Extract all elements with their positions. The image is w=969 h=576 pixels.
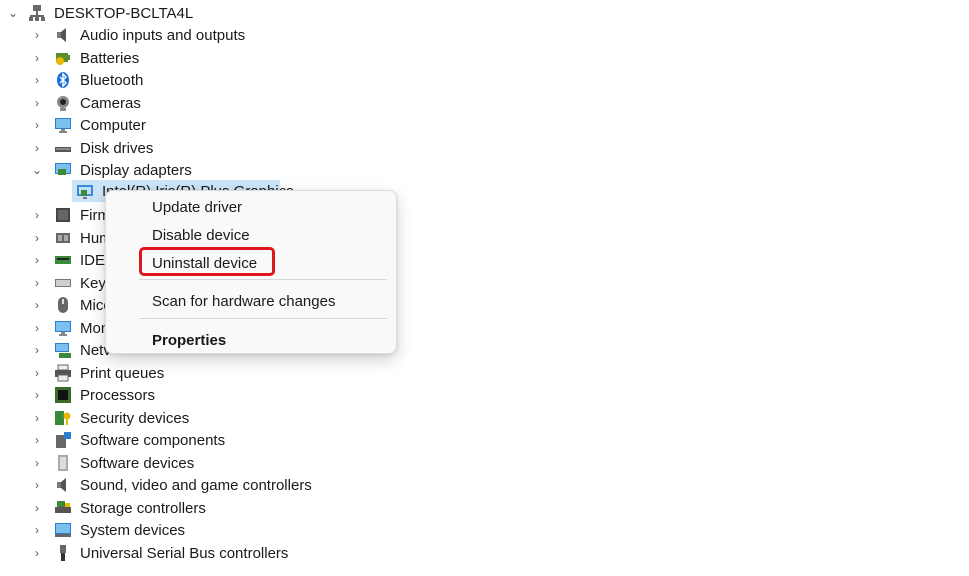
display-adapter-icon	[54, 161, 72, 179]
chevron-right-icon[interactable]: ›	[30, 24, 44, 46]
tree-item[interactable]: › Universal Serial Bus controllers	[30, 542, 288, 564]
tree-item-label: Computer	[80, 116, 146, 134]
chevron-right-icon[interactable]: ›	[30, 519, 44, 541]
tree-item-label: System devices	[80, 521, 186, 539]
speaker-icon	[54, 476, 72, 494]
tree-item[interactable]: › Firm	[30, 204, 110, 226]
monitor-icon	[54, 116, 72, 134]
tree-item[interactable]: › Software devices	[30, 452, 194, 474]
processor-icon	[54, 386, 72, 404]
tree-item-label: Storage controllers	[80, 499, 206, 517]
menu-item-disable-device[interactable]: Disable device	[152, 224, 250, 248]
chevron-right-icon[interactable]: ›	[30, 384, 44, 406]
chevron-down-icon[interactable]: ⌄	[30, 159, 44, 181]
tree-item[interactable]: › Keyl	[30, 272, 109, 294]
chevron-right-icon[interactable]: ›	[30, 294, 44, 316]
chevron-right-icon[interactable]: ›	[30, 272, 44, 294]
tree-item-label: Bluetooth	[80, 71, 144, 89]
ide-icon	[54, 251, 72, 269]
tree-root[interactable]: ⌄ DESKTOP-BCLTA4L	[6, 2, 193, 24]
tree-item-label: Security devices	[80, 409, 190, 427]
network-icon	[54, 341, 72, 359]
tree-item[interactable]: › Netv	[30, 339, 111, 361]
chevron-right-icon[interactable]: ›	[30, 204, 44, 226]
mouse-icon	[54, 296, 72, 314]
tree-item[interactable]: › Computer	[30, 114, 146, 136]
tree-item[interactable]: › Mon	[30, 317, 109, 339]
tree-item-label: Software components	[80, 431, 226, 449]
security-icon	[54, 409, 72, 427]
chevron-right-icon[interactable]: ›	[30, 227, 44, 249]
chevron-right-icon[interactable]: ›	[30, 47, 44, 69]
software-device-icon	[54, 454, 72, 472]
device-manager-tree: ⌄ DESKTOP-BCLTA4L › Audio inputs and outp…	[0, 0, 969, 576]
speaker-icon	[54, 26, 72, 44]
menu-separator	[139, 279, 387, 280]
menu-item-update-driver[interactable]: Update driver	[152, 196, 242, 220]
tree-item-label: Audio inputs and outputs	[80, 26, 246, 44]
menu-item-scan-hardware[interactable]: Scan for hardware changes	[152, 290, 335, 314]
disk-drive-icon	[54, 139, 72, 157]
uninstall-highlight-box	[139, 247, 275, 276]
root-label: DESKTOP-BCLTA4L	[54, 4, 194, 22]
tree-item[interactable]: › Batteries	[30, 47, 139, 69]
camera-icon	[54, 94, 72, 112]
tree-item[interactable]: › Hum	[30, 227, 112, 249]
tree-item[interactable]: › Print queues	[30, 362, 164, 384]
software-component-icon	[54, 431, 72, 449]
storage-icon	[54, 499, 72, 517]
menu-separator	[139, 318, 387, 319]
chevron-right-icon[interactable]: ›	[30, 339, 44, 361]
tree-item-label: Sound, video and game controllers	[80, 476, 312, 494]
chevron-right-icon[interactable]: ›	[30, 429, 44, 451]
monitor-icon	[54, 319, 72, 337]
tree-item-label: Disk drives	[80, 139, 154, 157]
printer-icon	[54, 364, 72, 382]
tree-item[interactable]: › Security devices	[30, 407, 189, 429]
tree-item[interactable]: › Software components	[30, 429, 225, 451]
tree-item-label: Processors	[80, 386, 156, 404]
tree-item[interactable]: › Cameras	[30, 92, 141, 114]
tree-item[interactable]: › Disk drives	[30, 137, 153, 159]
battery-icon	[54, 49, 72, 67]
tree-item[interactable]: › Bluetooth	[30, 69, 143, 91]
chevron-right-icon[interactable]: ›	[30, 452, 44, 474]
display-adapter-icon	[76, 182, 94, 200]
chevron-down-icon[interactable]: ⌄	[6, 2, 20, 24]
tree-item[interactable]: › Sound, video and game controllers	[30, 474, 312, 496]
tree-item-label: Display adapters	[80, 161, 192, 179]
hid-icon	[54, 229, 72, 247]
chevron-right-icon[interactable]: ›	[30, 474, 44, 496]
menu-item-properties[interactable]: Properties	[152, 329, 226, 353]
tree-item[interactable]: ⌄ Display adapters	[30, 159, 192, 181]
chevron-right-icon[interactable]: ›	[30, 249, 44, 271]
bluetooth-icon	[54, 71, 72, 89]
tree-item[interactable]: › Audio inputs and outputs	[30, 24, 245, 46]
chevron-right-icon[interactable]: ›	[30, 497, 44, 519]
system-icon	[54, 521, 72, 539]
tree-item[interactable]: › IDE	[30, 249, 105, 271]
firmware-icon	[54, 206, 72, 224]
computer-tree-icon	[28, 4, 46, 22]
chevron-right-icon[interactable]: ›	[30, 69, 44, 91]
tree-item[interactable]: › Processors	[30, 384, 155, 406]
chevron-right-icon[interactable]: ›	[30, 137, 44, 159]
tree-item-label: IDE	[80, 251, 106, 269]
tree-item-label: Print queues	[80, 364, 165, 382]
tree-item-label: Batteries	[80, 49, 140, 67]
tree-item[interactable]: › System devices	[30, 519, 185, 541]
chevron-right-icon[interactable]: ›	[30, 362, 44, 384]
keyboard-icon	[54, 274, 72, 292]
chevron-right-icon[interactable]: ›	[30, 407, 44, 429]
tree-item-label: Software devices	[80, 454, 195, 472]
chevron-right-icon[interactable]: ›	[30, 92, 44, 114]
chevron-right-icon[interactable]: ›	[30, 542, 44, 564]
tree-item[interactable]: › Mice	[30, 294, 112, 316]
tree-item-label: Cameras	[80, 94, 141, 112]
chevron-right-icon[interactable]: ›	[30, 114, 44, 136]
usb-icon	[54, 544, 72, 562]
chevron-right-icon[interactable]: ›	[30, 317, 44, 339]
tree-item-label: Universal Serial Bus controllers	[80, 544, 289, 562]
tree-item[interactable]: › Storage controllers	[30, 497, 206, 519]
